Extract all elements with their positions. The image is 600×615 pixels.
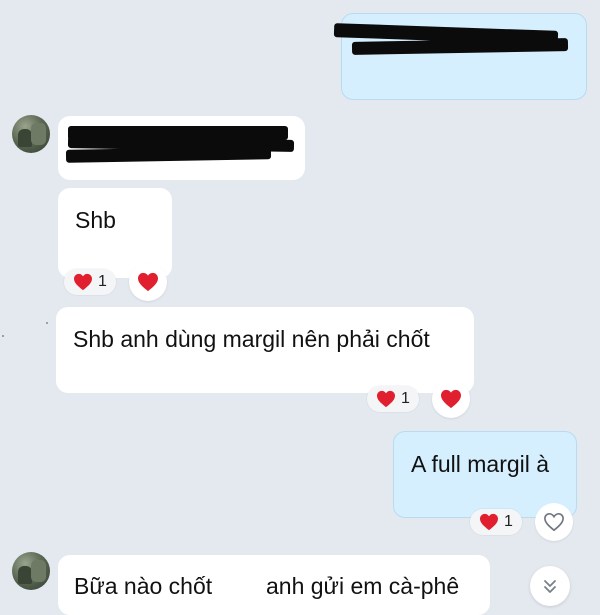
react-button[interactable] xyxy=(535,503,573,541)
message-text: Shb xyxy=(75,207,116,233)
heart-outline-icon xyxy=(544,512,564,532)
decorative-dot xyxy=(46,322,48,324)
reaction-summary[interactable]: 1 xyxy=(64,269,116,295)
redacted-text xyxy=(65,146,272,163)
incoming-message-bubble[interactable] xyxy=(58,116,305,180)
heart-icon xyxy=(441,389,461,409)
reaction-count: 1 xyxy=(98,273,107,290)
message-text: Bữa nào chốt xyxy=(74,573,213,599)
heart-icon xyxy=(377,390,396,408)
react-button[interactable] xyxy=(432,380,470,418)
incoming-message-bubble[interactable]: Bữa nào chốt anh gửi em cà-phê xyxy=(58,555,490,615)
heart-icon xyxy=(138,272,158,292)
reaction-summary[interactable]: 1 xyxy=(470,509,522,535)
decorative-dot xyxy=(2,335,4,337)
redacted-text xyxy=(351,38,569,55)
scroll-to-bottom-button[interactable] xyxy=(530,566,570,606)
contact-avatar[interactable] xyxy=(12,115,50,153)
contact-avatar[interactable] xyxy=(12,552,50,590)
message-text: Shb anh dùng margil nên phải chốt xyxy=(73,326,430,352)
reaction-summary[interactable]: 1 xyxy=(367,386,419,412)
heart-icon xyxy=(480,513,499,531)
message-text: anh gửi em cà-phê xyxy=(266,573,460,599)
heart-icon xyxy=(74,273,93,291)
react-button[interactable] xyxy=(129,263,167,301)
reaction-count: 1 xyxy=(401,390,410,407)
message-text: A full margil à xyxy=(411,451,550,477)
chevron-double-down-icon xyxy=(544,580,556,593)
incoming-message-bubble[interactable]: Shb anh dùng margil nên phải chốt xyxy=(56,307,474,393)
outgoing-message-bubble[interactable] xyxy=(333,13,587,100)
reaction-count: 1 xyxy=(504,513,513,530)
